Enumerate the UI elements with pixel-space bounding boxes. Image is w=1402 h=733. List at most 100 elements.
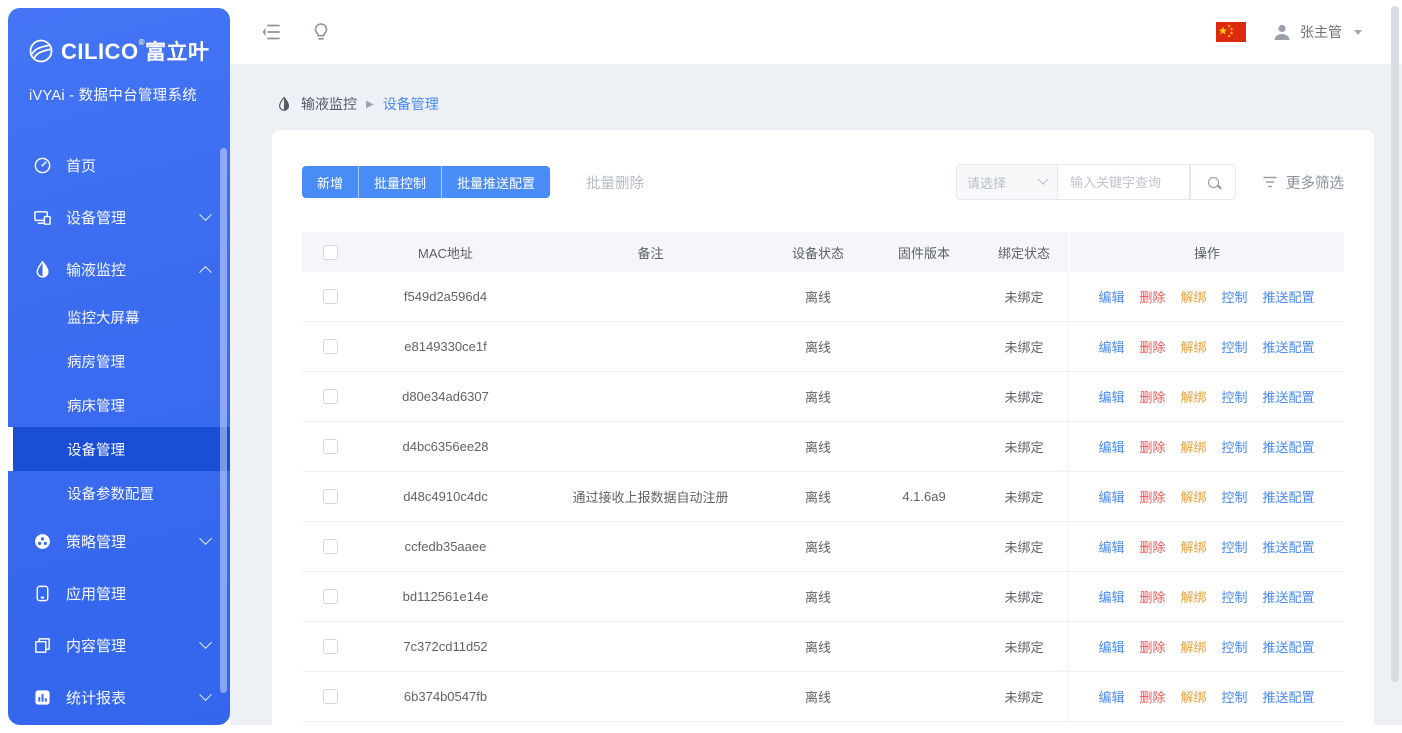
filter-field-select[interactable]: 请选择 bbox=[956, 164, 1058, 200]
action-delete[interactable]: 删除 bbox=[1139, 287, 1165, 306]
row-actions: 编辑删除解绑控制推送配置 bbox=[1098, 487, 1314, 506]
action-unbind[interactable]: 解绑 bbox=[1180, 537, 1206, 556]
action-unbind[interactable]: 解绑 bbox=[1180, 587, 1206, 606]
binding-status-cell: 未绑定 bbox=[980, 672, 1068, 721]
action-delete[interactable]: 删除 bbox=[1139, 637, 1165, 656]
system-subtitle: iVYAi - 数据中台管理系统 bbox=[8, 66, 230, 105]
action-delete[interactable]: 删除 bbox=[1139, 337, 1165, 356]
collapse-sidebar-icon[interactable] bbox=[260, 21, 282, 43]
action-push[interactable]: 推送配置 bbox=[1263, 637, 1315, 656]
action-control[interactable]: 控制 bbox=[1222, 637, 1248, 656]
row-checkbox[interactable] bbox=[323, 389, 338, 404]
batch-push-config-button[interactable]: 批量推送配置 bbox=[442, 166, 550, 198]
action-edit[interactable]: 编辑 bbox=[1098, 637, 1124, 656]
action-unbind[interactable]: 解绑 bbox=[1180, 487, 1206, 506]
user-avatar-icon bbox=[1272, 22, 1292, 42]
action-edit[interactable]: 编辑 bbox=[1098, 587, 1124, 606]
action-edit[interactable]: 编辑 bbox=[1098, 537, 1124, 556]
action-edit[interactable]: 编辑 bbox=[1098, 437, 1124, 456]
action-unbind[interactable]: 解绑 bbox=[1180, 687, 1206, 706]
action-push[interactable]: 推送配置 bbox=[1263, 387, 1315, 406]
action-unbind[interactable]: 解绑 bbox=[1180, 287, 1206, 306]
action-edit[interactable]: 编辑 bbox=[1098, 287, 1124, 306]
sidebar-item-content-management[interactable]: 内容管理 bbox=[8, 619, 230, 671]
sidebar-item-home[interactable]: 首页 bbox=[8, 139, 230, 191]
action-unbind[interactable]: 解绑 bbox=[1180, 337, 1206, 356]
devices-icon bbox=[33, 208, 52, 227]
action-control[interactable]: 控制 bbox=[1222, 537, 1248, 556]
action-delete[interactable]: 删除 bbox=[1139, 437, 1165, 456]
action-delete[interactable]: 删除 bbox=[1139, 537, 1165, 556]
action-unbind[interactable]: 解绑 bbox=[1180, 387, 1206, 406]
action-edit[interactable]: 编辑 bbox=[1098, 337, 1124, 356]
sidebar: CILICO®富立叶 iVYAi - 数据中台管理系统 首页 设备管理 bbox=[8, 8, 230, 725]
action-edit[interactable]: 编辑 bbox=[1098, 387, 1124, 406]
sidebar-item-infusion-monitoring[interactable]: 输液监控 bbox=[8, 243, 230, 295]
action-delete[interactable]: 删除 bbox=[1139, 587, 1165, 606]
sidebar-item-statistics-report[interactable]: 统计报表 bbox=[8, 671, 230, 723]
action-push[interactable]: 推送配置 bbox=[1263, 587, 1315, 606]
table-row: d80e34ad6307 离线 未绑定 编辑删除解绑控制推送配置 bbox=[302, 372, 1344, 422]
user-menu[interactable]: 张主管 bbox=[1272, 22, 1362, 42]
binding-status-cell: 未绑定 bbox=[980, 372, 1068, 421]
action-control[interactable]: 控制 bbox=[1222, 687, 1248, 706]
sidebar-item-bed-management[interactable]: 病床管理 bbox=[8, 383, 230, 427]
primary-button-group: 新增 批量控制 批量推送配置 bbox=[302, 166, 550, 198]
china-flag-icon[interactable]: ★ ★ ★ ★ ★ bbox=[1216, 22, 1246, 42]
action-push[interactable]: 推送配置 bbox=[1263, 287, 1315, 306]
device-status-cell: 离线 bbox=[768, 422, 868, 471]
action-edit[interactable]: 编辑 bbox=[1098, 687, 1124, 706]
device-table-card: 新增 批量控制 批量推送配置 批量删除 请选择 bbox=[272, 130, 1374, 725]
action-control[interactable]: 控制 bbox=[1222, 287, 1248, 306]
row-checkbox[interactable] bbox=[323, 539, 338, 554]
remark-cell: 通过接收上报数据自动注册 bbox=[533, 472, 768, 521]
row-checkbox[interactable] bbox=[323, 339, 338, 354]
action-control[interactable]: 控制 bbox=[1222, 387, 1248, 406]
sidebar-item-device-management-active[interactable]: 设备管理 bbox=[8, 427, 230, 471]
action-control[interactable]: 控制 bbox=[1222, 587, 1248, 606]
action-delete[interactable]: 删除 bbox=[1139, 487, 1165, 506]
action-edit[interactable]: 编辑 bbox=[1098, 487, 1124, 506]
row-checkbox[interactable] bbox=[323, 589, 338, 604]
add-button[interactable]: 新增 bbox=[302, 166, 359, 198]
search-button[interactable] bbox=[1190, 164, 1236, 200]
sidebar-item-strategy-management[interactable]: 策略管理 bbox=[8, 515, 230, 567]
binding-status-cell: 未绑定 bbox=[980, 622, 1068, 671]
device-status-cell: 离线 bbox=[768, 472, 868, 521]
keyword-search-input[interactable] bbox=[1058, 164, 1190, 200]
lightbulb-icon[interactable] bbox=[310, 21, 332, 43]
action-push[interactable]: 推送配置 bbox=[1263, 337, 1315, 356]
action-push[interactable]: 推送配置 bbox=[1263, 437, 1315, 456]
batch-delete-button-disabled[interactable]: 批量删除 bbox=[586, 172, 644, 193]
row-checkbox[interactable] bbox=[323, 439, 338, 454]
sidebar-item-device-param-config[interactable]: 设备参数配置 bbox=[8, 471, 230, 515]
action-unbind[interactable]: 解绑 bbox=[1180, 437, 1206, 456]
action-control[interactable]: 控制 bbox=[1222, 487, 1248, 506]
action-push[interactable]: 推送配置 bbox=[1263, 487, 1315, 506]
action-push[interactable]: 推送配置 bbox=[1263, 687, 1315, 706]
action-push[interactable]: 推送配置 bbox=[1263, 537, 1315, 556]
action-unbind[interactable]: 解绑 bbox=[1180, 637, 1206, 656]
action-control[interactable]: 控制 bbox=[1222, 337, 1248, 356]
action-delete[interactable]: 删除 bbox=[1139, 387, 1165, 406]
batch-control-button[interactable]: 批量控制 bbox=[359, 166, 442, 198]
sidebar-item-ward-management[interactable]: 病房管理 bbox=[8, 339, 230, 383]
select-all-checkbox[interactable] bbox=[323, 245, 338, 260]
sidebar-item-app-management[interactable]: 应用管理 bbox=[8, 567, 230, 619]
action-control[interactable]: 控制 bbox=[1222, 437, 1248, 456]
more-filters-button[interactable]: 更多筛选 bbox=[1262, 172, 1344, 193]
action-delete[interactable]: 删除 bbox=[1139, 687, 1165, 706]
page-scrollbar[interactable] bbox=[1391, 6, 1399, 682]
binding-status-cell: 未绑定 bbox=[980, 472, 1068, 521]
row-checkbox[interactable] bbox=[323, 489, 338, 504]
sidebar-scrollbar[interactable] bbox=[220, 148, 227, 693]
chevron-down-icon bbox=[199, 532, 212, 545]
sidebar-item-device-management[interactable]: 设备管理 bbox=[8, 191, 230, 243]
breadcrumb-current[interactable]: 设备管理 bbox=[383, 94, 439, 114]
row-checkbox[interactable] bbox=[323, 639, 338, 654]
row-checkbox[interactable] bbox=[323, 689, 338, 704]
breadcrumb-section[interactable]: 输液监控 bbox=[301, 94, 357, 114]
row-checkbox[interactable] bbox=[323, 289, 338, 304]
mac-address-cell: e8149330ce1f bbox=[358, 322, 533, 371]
sidebar-item-monitor-screen[interactable]: 监控大屏幕 bbox=[8, 295, 230, 339]
